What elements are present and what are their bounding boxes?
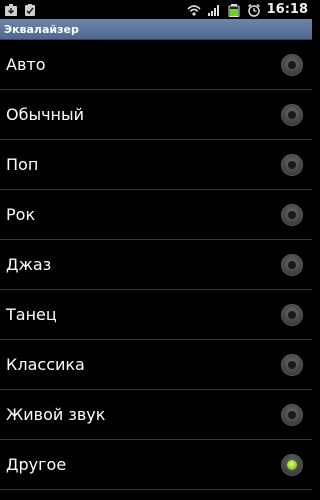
system-icons: 16:18 [187, 2, 312, 17]
radio-dot [288, 60, 296, 69]
battery-icon [228, 3, 240, 17]
radio-dot [288, 110, 296, 119]
radio-button[interactable] [281, 403, 303, 426]
notification-icons [0, 3, 37, 17]
option-jazz[interactable]: Джаз [0, 240, 312, 290]
option-live[interactable]: Живой звук [0, 390, 312, 440]
signal-icon [207, 4, 219, 16]
option-label: Джаз [6, 255, 52, 274]
wifi-icon [187, 4, 201, 16]
option-normal[interactable]: Обычный [0, 90, 312, 140]
radio-button[interactable] [281, 353, 303, 376]
title-bar: Эквалайзер [0, 19, 312, 40]
radio-dot [288, 310, 296, 319]
radio-dot [288, 360, 296, 369]
download-icon [5, 3, 17, 16]
page-title: Эквалайзер [4, 22, 79, 36]
radio-button[interactable] [281, 253, 303, 276]
radio-dot [288, 160, 296, 169]
option-label: Другое [6, 455, 67, 474]
option-label: Обычный [6, 105, 85, 124]
option-label: Танец [6, 305, 57, 324]
radio-button[interactable] [281, 203, 303, 226]
option-label: Живой звук [6, 405, 106, 424]
radio-dot [288, 410, 296, 419]
alarm-icon [247, 3, 260, 17]
option-label: Рок [6, 205, 36, 224]
checklist-icon [25, 3, 35, 16]
option-auto[interactable]: Авто [0, 40, 312, 90]
option-label: Классика [6, 355, 85, 374]
radio-button[interactable] [281, 453, 303, 476]
option-pop[interactable]: Поп [0, 140, 312, 190]
option-label: Авто [6, 55, 46, 74]
radio-button[interactable] [281, 103, 303, 126]
option-dance[interactable]: Танец [0, 290, 312, 340]
radio-button[interactable] [281, 153, 303, 176]
option-classical[interactable]: Классика [0, 340, 312, 390]
clock: 16:18 [266, 2, 308, 17]
radio-dot [287, 459, 297, 470]
radio-button[interactable] [281, 53, 303, 76]
option-label: Поп [6, 155, 39, 174]
radio-dot [288, 260, 296, 269]
equalizer-options-list: Авто Обычный Поп Рок Джаз Танец Классика… [0, 40, 312, 490]
status-bar: 16:18 [0, 0, 312, 19]
option-other[interactable]: Другое [0, 440, 312, 490]
radio-dot [288, 210, 296, 219]
radio-button[interactable] [281, 303, 303, 326]
option-rock[interactable]: Рок [0, 190, 312, 240]
